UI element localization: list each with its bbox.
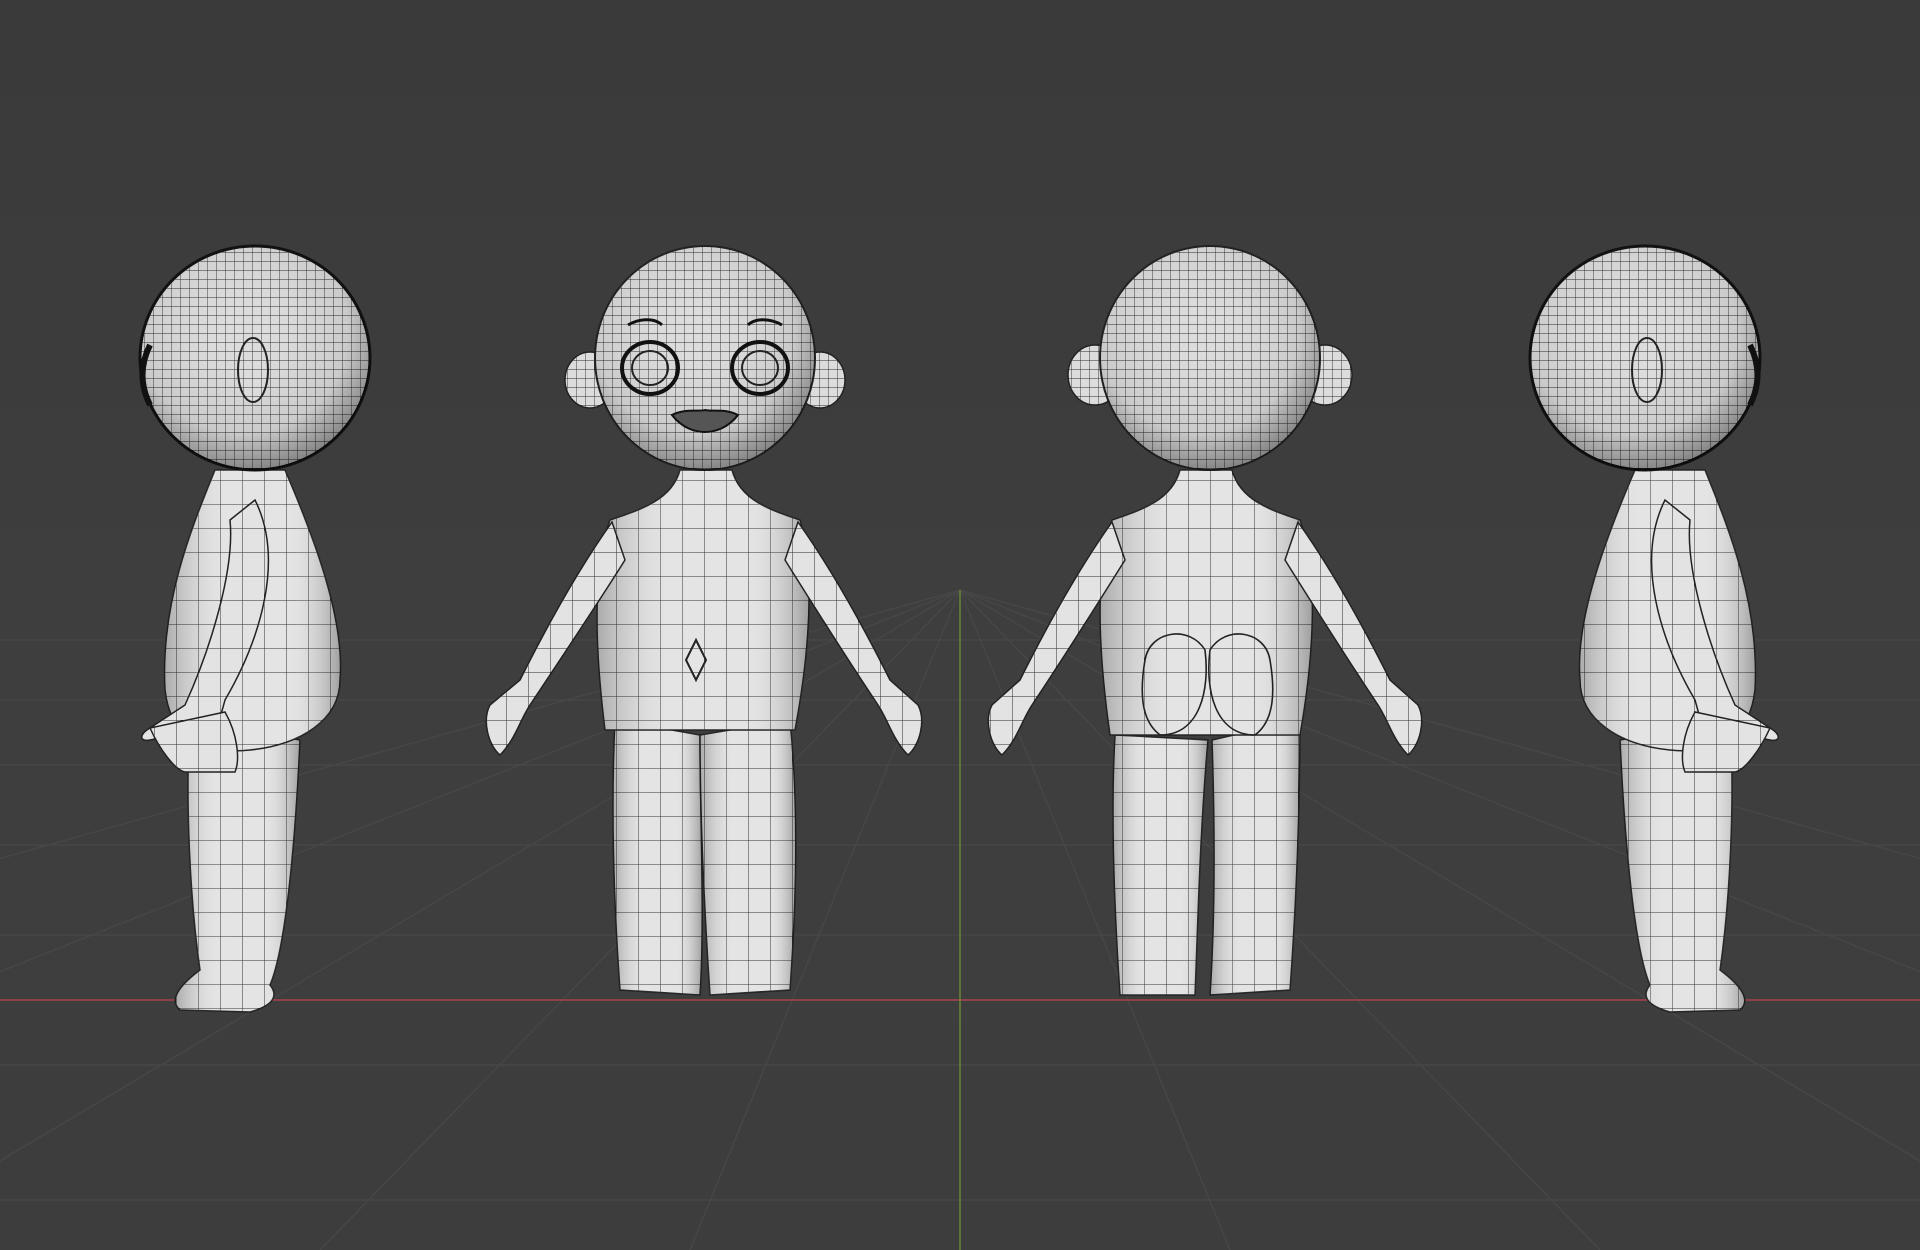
3d-viewport[interactable] bbox=[0, 0, 1920, 1250]
figure-back[interactable] bbox=[987, 245, 1423, 996]
viewport-canvas[interactable] bbox=[0, 0, 1920, 1250]
figure-side-right[interactable] bbox=[1528, 244, 1779, 1013]
figure-side-left[interactable] bbox=[138, 244, 372, 1013]
figure-front[interactable] bbox=[485, 245, 923, 996]
